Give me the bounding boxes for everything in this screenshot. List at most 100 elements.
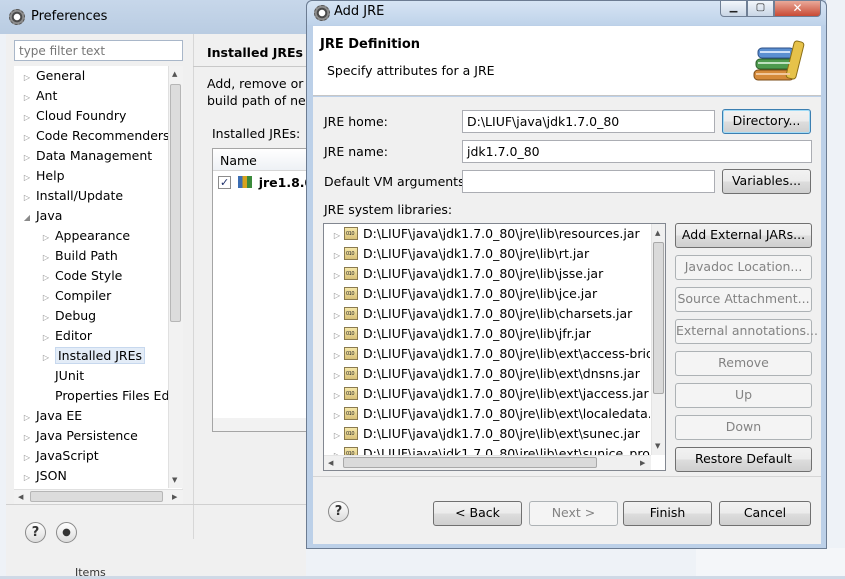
- back-button[interactable]: < Back: [433, 501, 522, 526]
- collapsed-arrow-icon[interactable]: ▷: [332, 346, 342, 364]
- collapsed-arrow-icon[interactable]: ▷: [332, 226, 342, 244]
- collapsed-arrow-icon[interactable]: ▷: [41, 328, 51, 348]
- collapsed-arrow-icon[interactable]: ▷: [22, 188, 32, 208]
- collapsed-arrow-icon[interactable]: ▷: [22, 428, 32, 448]
- tree-item[interactable]: ▷ Help: [22, 166, 65, 186]
- tree-item[interactable]: ▷ Data Management: [22, 146, 152, 166]
- library-item[interactable]: ▷ D:\LIUF\java\jdk1.7.0_80\jre\lib\ext\dn…: [332, 364, 650, 384]
- tree-horizontal-thumb[interactable]: [30, 491, 163, 502]
- library-item[interactable]: ▷ D:\LIUF\java\jdk1.7.0_80\jre\lib\ext\ja…: [332, 384, 650, 404]
- collapsed-arrow-icon[interactable]: ▷: [332, 286, 342, 304]
- collapsed-arrow-icon[interactable]: ▷: [22, 128, 32, 148]
- add-external-jars-button[interactable]: Add External JARs...: [675, 223, 812, 248]
- restore-default-button[interactable]: Restore Default: [675, 447, 812, 472]
- tree-item[interactable]: ▷ Build Path: [41, 246, 118, 266]
- collapsed-arrow-icon[interactable]: ▷: [22, 108, 32, 128]
- tree-item[interactable]: ▷ Appearance: [41, 226, 130, 246]
- collapsed-arrow-icon[interactable]: ▷: [22, 148, 32, 168]
- cancel-button[interactable]: Cancel: [719, 501, 811, 526]
- down-button[interactable]: Down: [675, 415, 812, 440]
- filter-input[interactable]: [14, 40, 183, 61]
- tree-item[interactable]: Properties Files Ed: [41, 386, 169, 406]
- library-item[interactable]: ▷ D:\LIUF\java\jdk1.7.0_80\jre\lib\ext\lo…: [332, 404, 650, 424]
- libs-scroll-up-icon[interactable]: ▲: [655, 229, 660, 237]
- collapsed-arrow-icon[interactable]: ▷: [41, 348, 51, 368]
- tree-item[interactable]: JUnit: [41, 366, 84, 386]
- minimize-button[interactable]: ▁: [720, 0, 747, 17]
- next-button[interactable]: Next >: [529, 501, 618, 526]
- collapsed-arrow-icon[interactable]: ▷: [22, 68, 32, 88]
- libs-scroll-right-icon[interactable]: ▶: [640, 459, 645, 467]
- source-attachment-button[interactable]: Source Attachment...: [675, 287, 812, 312]
- collapsed-arrow-icon[interactable]: ▷: [332, 266, 342, 284]
- collapsed-arrow-icon[interactable]: ▷: [22, 408, 32, 428]
- scroll-down-arrow-icon[interactable]: ▼: [172, 476, 177, 484]
- library-item[interactable]: ▷ D:\LIUF\java\jdk1.7.0_80\jre\lib\charse…: [332, 304, 650, 324]
- column-header-name[interactable]: Name: [213, 149, 308, 171]
- question-icon[interactable]: ?: [25, 522, 46, 543]
- variables-button[interactable]: Variables...: [722, 169, 811, 194]
- scroll-up-arrow-icon[interactable]: ▲: [172, 70, 177, 78]
- jres-horizontal-scrollbar[interactable]: [213, 418, 308, 431]
- tree-item[interactable]: ▷ JSON: [22, 466, 67, 486]
- tree-item[interactable]: ▷ JavaScript: [22, 446, 99, 466]
- collapsed-arrow-icon[interactable]: ▷: [41, 268, 51, 288]
- jre-name-field[interactable]: jdk1.7.0_80: [462, 140, 812, 163]
- close-button[interactable]: ✕: [774, 0, 821, 17]
- collapsed-arrow-icon[interactable]: ▷: [41, 288, 51, 308]
- record-icon[interactable]: ●: [56, 522, 77, 543]
- tree-item[interactable]: ▷ Java Persistence: [22, 426, 138, 446]
- scroll-right-arrow-icon[interactable]: ▶: [172, 493, 177, 501]
- jre-home-field[interactable]: D:\LIUF\java\jdk1.7.0_80: [462, 110, 715, 133]
- table-row[interactable]: jre1.8.0_1: [218, 173, 328, 193]
- tree-scroll-thumb[interactable]: [170, 84, 181, 322]
- library-item[interactable]: ▷ D:\LIUF\java\jdk1.7.0_80\jre\lib\resour…: [332, 224, 650, 244]
- libs-scroll-thumb[interactable]: [653, 242, 664, 394]
- tree-item[interactable]: ▷ Install/Update: [22, 186, 123, 206]
- javadoc-location-button[interactable]: Javadoc Location...: [675, 255, 812, 280]
- library-item[interactable]: ▷ D:\LIUF\java\jdk1.7.0_80\jre\lib\jsse.j…: [332, 264, 650, 284]
- library-item[interactable]: ▷ D:\LIUF\java\jdk1.7.0_80\jre\lib\jfr.ja…: [332, 324, 650, 344]
- tree-item[interactable]: ▷ Code Recommenders: [22, 126, 170, 146]
- tree-item[interactable]: ▷ Ant: [22, 86, 57, 106]
- tree-item[interactable]: ▷ Debug: [41, 306, 96, 326]
- collapsed-arrow-icon[interactable]: ▷: [332, 306, 342, 324]
- library-item[interactable]: ▷ D:\LIUF\java\jdk1.7.0_80\jre\lib\ext\su…: [332, 424, 650, 444]
- collapsed-arrow-icon[interactable]: ▷: [22, 168, 32, 188]
- library-item[interactable]: ▷ D:\LIUF\java\jdk1.7.0_80\jre\lib\ext\ac…: [332, 344, 650, 364]
- default-jre-checkbox[interactable]: [218, 173, 231, 193]
- collapsed-arrow-icon[interactable]: ▷: [332, 426, 342, 444]
- collapsed-arrow-icon[interactable]: ▷: [332, 366, 342, 384]
- tree-item[interactable]: ▷ Code Style: [41, 266, 122, 286]
- collapsed-arrow-icon[interactable]: ▷: [41, 228, 51, 248]
- collapsed-arrow-icon[interactable]: ▷: [332, 246, 342, 264]
- tree-item[interactable]: ◢ Java: [22, 206, 62, 226]
- tree-item[interactable]: ▷ General: [22, 66, 85, 86]
- libs-horizontal-thumb[interactable]: [343, 457, 597, 468]
- expanded-arrow-icon[interactable]: ◢: [22, 208, 32, 228]
- collapsed-arrow-icon[interactable]: ▷: [332, 326, 342, 344]
- libs-scroll-down-icon[interactable]: ▼: [655, 442, 660, 450]
- collapsed-arrow-icon[interactable]: ▷: [22, 448, 32, 468]
- tree-item[interactable]: ▷ Cloud Foundry: [22, 106, 126, 126]
- help-question-icon[interactable]: ?: [328, 501, 349, 522]
- collapsed-arrow-icon[interactable]: ▷: [22, 88, 32, 108]
- vm-args-field[interactable]: [462, 170, 715, 193]
- external-annotations-button[interactable]: External annotations...: [675, 319, 818, 344]
- maximize-button[interactable]: ▢: [747, 0, 774, 17]
- tree-item[interactable]: ▷ Editor: [41, 326, 92, 346]
- directory-button[interactable]: Directory...: [722, 109, 811, 134]
- collapsed-arrow-icon[interactable]: ▷: [41, 248, 51, 268]
- collapsed-arrow-icon[interactable]: ▷: [22, 468, 32, 488]
- up-button[interactable]: Up: [675, 383, 812, 408]
- tree-item[interactable]: ▷ Installed JREs: [41, 346, 146, 368]
- library-item[interactable]: ▷ D:\LIUF\java\jdk1.7.0_80\jre\lib\rt.jar: [332, 244, 650, 264]
- collapsed-arrow-icon[interactable]: ▷: [332, 386, 342, 404]
- tree-item[interactable]: ▷ Java EE: [22, 406, 82, 426]
- library-item[interactable]: ▷ D:\LIUF\java\jdk1.7.0_80\jre\lib\jce.ja…: [332, 284, 650, 304]
- collapsed-arrow-icon[interactable]: ▷: [41, 308, 51, 328]
- tree-item[interactable]: ▷ Compiler: [41, 286, 111, 306]
- libs-scroll-left-icon[interactable]: ◀: [328, 459, 333, 467]
- scroll-left-arrow-icon[interactable]: ◀: [18, 493, 23, 501]
- collapsed-arrow-icon[interactable]: ▷: [332, 406, 342, 424]
